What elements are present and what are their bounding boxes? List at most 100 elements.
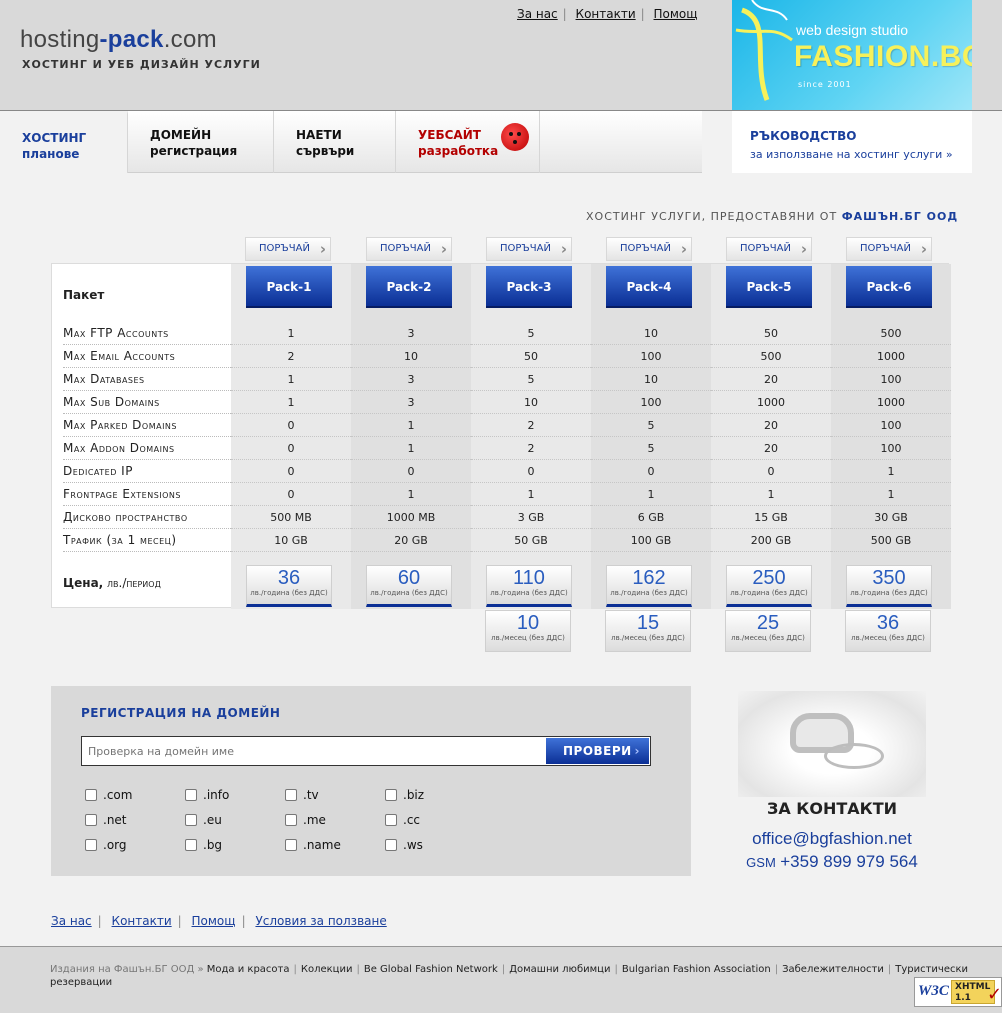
checkbox[interactable] bbox=[285, 839, 297, 851]
table-cell: 30 GB bbox=[831, 506, 951, 529]
yearly-unit: лв./година (без ДДС) bbox=[370, 589, 448, 597]
checkbox[interactable] bbox=[85, 814, 97, 826]
tld-checkbox-name[interactable]: .name bbox=[285, 838, 341, 852]
checkbox[interactable] bbox=[185, 839, 197, 851]
top-link-contacts[interactable]: Контакти bbox=[576, 7, 636, 21]
tld-checkbox-ws[interactable]: .ws bbox=[385, 838, 423, 852]
nav-rent-servers[interactable]: НАЕТИ сървъри bbox=[274, 111, 396, 173]
checkbox[interactable] bbox=[385, 839, 397, 851]
fashion-bg-banner[interactable]: web design studio FASHION.BG since 2001 bbox=[732, 0, 972, 110]
guide-title: РЪКОВОДСТВО bbox=[750, 129, 857, 143]
site-logo[interactable]: hosting-pack.com bbox=[20, 26, 217, 54]
bottom-link-contacts[interactable]: Контакти bbox=[112, 914, 172, 928]
tld-checkbox-eu[interactable]: .eu bbox=[185, 813, 222, 827]
table-cell: 10 bbox=[351, 345, 471, 368]
table-cell: 5 bbox=[591, 414, 711, 437]
main-nav: ХОСТИНГ планове ДОМЕЙН регистрация НАЕТИ… bbox=[0, 111, 702, 173]
tld-label: .ws bbox=[403, 838, 423, 852]
checkbox[interactable] bbox=[285, 789, 297, 801]
chevron-right-icon: › bbox=[680, 240, 687, 258]
guide-link[interactable]: за използване на хостинг услуги » bbox=[750, 148, 953, 161]
tld-checkbox-bg[interactable]: .bg bbox=[185, 838, 222, 852]
bottom-link-about[interactable]: За нас bbox=[51, 914, 92, 928]
order-button-pack-6[interactable]: ПОРЪЧАЙ › bbox=[846, 237, 932, 261]
contact-gsm: GSM +359 899 979 564 bbox=[738, 852, 926, 872]
top-link-about[interactable]: За нас bbox=[517, 7, 558, 21]
tld-checkbox-tv[interactable]: .tv bbox=[285, 788, 319, 802]
table-cell: 10 bbox=[591, 368, 711, 391]
table-cell: 0 bbox=[591, 460, 711, 483]
table-cell: 500 bbox=[711, 345, 831, 368]
check-domain-button[interactable]: ПРОВЕРИ › bbox=[546, 738, 649, 764]
pack-button-6[interactable]: Pack-6 bbox=[846, 266, 932, 308]
checkbox[interactable] bbox=[385, 814, 397, 826]
table-cell: 5 bbox=[471, 322, 591, 345]
tld-checkbox-net[interactable]: .net bbox=[85, 813, 127, 827]
checkbox[interactable] bbox=[285, 814, 297, 826]
nav-domain-registration[interactable]: ДОМЕЙН регистрация bbox=[128, 111, 274, 173]
pack-button-1[interactable]: Pack-1 bbox=[246, 266, 332, 308]
bottom-link-help[interactable]: Помощ bbox=[192, 914, 236, 928]
checkbox[interactable] bbox=[85, 839, 97, 851]
tld-label: .net bbox=[103, 813, 127, 827]
order-button-pack-2[interactable]: ПОРЪЧАЙ › bbox=[366, 237, 452, 261]
table-cell: 3 bbox=[351, 322, 471, 345]
yearly-unit: лв./година (без ДДС) bbox=[850, 589, 928, 597]
tld-checkbox-org[interactable]: .org bbox=[85, 838, 127, 852]
domain-search-input[interactable] bbox=[88, 743, 538, 759]
pack-button-2[interactable]: Pack-2 bbox=[366, 266, 452, 308]
order-button-pack-1[interactable]: ПОРЪЧАЙ › bbox=[245, 237, 331, 261]
footer-link[interactable]: Bulgarian Fashion Association bbox=[622, 964, 771, 975]
nav-hosting-subtitle: планове bbox=[22, 147, 80, 161]
row-label: Max FTP Accounts bbox=[63, 322, 231, 345]
table-cell: 15 GB bbox=[711, 506, 831, 529]
checkbox[interactable] bbox=[385, 789, 397, 801]
tld-label: .eu bbox=[203, 813, 222, 827]
table-cell: 1 bbox=[351, 437, 471, 460]
footer-link[interactable]: Be Global Fashion Network bbox=[364, 964, 498, 975]
footer-link[interactable]: Колекции bbox=[301, 964, 353, 975]
order-button-pack-4[interactable]: ПОРЪЧАЙ › bbox=[606, 237, 692, 261]
guide-box[interactable]: РЪКОВОДСТВО за използване на хостинг усл… bbox=[732, 111, 972, 173]
nav-domain-subtitle: регистрация bbox=[150, 144, 238, 158]
pack-button-3[interactable]: Pack-3 bbox=[486, 266, 572, 308]
pack-button-4[interactable]: Pack-4 bbox=[606, 266, 692, 308]
order-button-pack-3[interactable]: ПОРЪЧАЙ › bbox=[486, 237, 572, 261]
footer-link[interactable]: Домашни любимци bbox=[509, 964, 610, 975]
header: hosting-pack.com ХОСТИНГ И УЕБ ДИЗАЙН УС… bbox=[0, 0, 1002, 110]
table-cell: 1 bbox=[711, 483, 831, 506]
tld-checkbox-com[interactable]: .com bbox=[85, 788, 132, 802]
contact-email-link[interactable]: office@bgfashion.net bbox=[738, 829, 926, 849]
table-cell: 1000 bbox=[831, 391, 951, 414]
order-button-pack-5[interactable]: ПОРЪЧАЙ › bbox=[726, 237, 812, 261]
table-cell: 500 bbox=[831, 322, 951, 345]
checkbox[interactable] bbox=[185, 814, 197, 826]
checkbox[interactable] bbox=[185, 789, 197, 801]
yearly-price: 60 bbox=[397, 567, 421, 589]
nav-website-development[interactable]: УЕБСАЙТ разработка bbox=[396, 111, 540, 173]
top-link-help[interactable]: Помощ bbox=[654, 7, 698, 21]
w3c-xhtml-badge[interactable]: W3C XHTML 1.1 ✓ bbox=[914, 977, 1002, 1007]
checkbox[interactable] bbox=[85, 789, 97, 801]
tld-checkbox-info[interactable]: .info bbox=[185, 788, 229, 802]
tld-checkbox-cc[interactable]: .cc bbox=[385, 813, 420, 827]
top-links: За нас | Контакти | Помощ bbox=[517, 7, 698, 21]
bottom-link-terms[interactable]: Условия за ползване bbox=[255, 914, 386, 928]
table-cell: 1 bbox=[591, 483, 711, 506]
pack-button-5[interactable]: Pack-5 bbox=[726, 266, 812, 308]
footer: Издания на Фашън.БГ ООД » Мода и красота… bbox=[50, 963, 1000, 989]
tld-checkbox-me[interactable]: .me bbox=[285, 813, 326, 827]
table-cell: 10 bbox=[591, 322, 711, 345]
footer-link[interactable]: Забележителности bbox=[782, 964, 884, 975]
table-cell: 1 bbox=[231, 391, 351, 414]
chevron-right-icon: › bbox=[920, 240, 927, 258]
table-cell: 1 bbox=[351, 483, 471, 506]
table-cell: 100 bbox=[591, 345, 711, 368]
monthly-price-box: 25 лв./месец (без ДДС) bbox=[725, 610, 811, 652]
footer-link[interactable]: Мода и красота bbox=[207, 964, 290, 975]
site-tagline: ХОСТИНГ И УЕБ ДИЗАЙН УСЛУГИ bbox=[22, 58, 261, 71]
nav-hosting-plans[interactable]: ХОСТИНГ планове bbox=[0, 111, 128, 173]
tld-checkbox-biz[interactable]: .biz bbox=[385, 788, 424, 802]
table-cell: 20 bbox=[711, 437, 831, 460]
yearly-price-box: 60 лв./година (без ДДС) bbox=[366, 565, 452, 607]
